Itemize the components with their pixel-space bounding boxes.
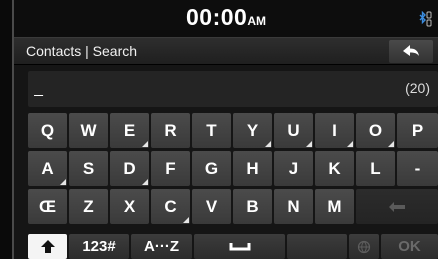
accent-indicator (265, 141, 271, 147)
search-input-area: (20) (28, 71, 438, 107)
key-s[interactable]: S (69, 151, 108, 186)
key-u[interactable]: U (274, 113, 313, 148)
key-label: V (205, 196, 218, 216)
key-label: I (332, 120, 337, 140)
search-input[interactable] (34, 77, 334, 101)
key-label: C (164, 196, 177, 216)
key-p[interactable]: P (397, 113, 438, 148)
key-k[interactable]: K (315, 151, 354, 186)
key-label: Z (83, 196, 94, 216)
key-label: B (246, 196, 259, 216)
shift-up-arrow-icon (40, 240, 55, 253)
key-l[interactable]: L (356, 151, 395, 186)
key-j[interactable]: J (274, 151, 313, 186)
key-label: L (370, 158, 381, 178)
space-button[interactable] (194, 234, 285, 259)
empty-key (287, 234, 347, 259)
key-label: P (411, 120, 424, 140)
key-c[interactable]: C (151, 189, 190, 224)
key-n[interactable]: N (274, 189, 313, 224)
character-counter: (20) (405, 80, 430, 96)
accent-indicator (306, 141, 312, 147)
screen-frame: 00:00AM Contacts | Search (20) Q W E R T… (12, 0, 438, 259)
numbers-mode-button[interactable]: 123# (69, 234, 129, 259)
ok-button[interactable]: OK (381, 234, 438, 259)
clock-time: 00:00 (186, 4, 248, 30)
clock: 00:00AM (14, 4, 438, 31)
key-f[interactable]: F (151, 151, 190, 186)
accent-indicator (388, 141, 394, 147)
key-m[interactable]: M (315, 189, 354, 224)
back-button[interactable] (389, 40, 433, 63)
key-t[interactable]: T (192, 113, 231, 148)
key-oe[interactable]: Œ (28, 189, 67, 224)
key-r[interactable]: R (151, 113, 190, 148)
bluetooth-icon (419, 10, 432, 27)
key-label: X (123, 196, 136, 216)
shift-button[interactable] (28, 234, 67, 259)
key-label: - (414, 158, 421, 178)
key-y[interactable]: Y (233, 113, 272, 148)
backspace-button[interactable] (356, 189, 438, 224)
key-label: H (246, 158, 259, 178)
key-label: G (204, 158, 219, 178)
key-label: J (288, 158, 299, 178)
key-label: N (287, 196, 300, 216)
key-hyphen[interactable]: - (397, 151, 438, 186)
key-h[interactable]: H (233, 151, 272, 186)
language-button[interactable] (349, 234, 379, 259)
key-label: T (206, 120, 217, 140)
alpha-mode-button[interactable]: A···Z (131, 234, 192, 259)
key-x[interactable]: X (110, 189, 149, 224)
key-label: K (328, 158, 341, 178)
key-label: W (80, 120, 97, 140)
accent-indicator (142, 179, 148, 185)
key-label: A (41, 158, 54, 178)
key-g[interactable]: G (192, 151, 231, 186)
numbers-mode-label: 123# (82, 238, 116, 255)
key-label: Q (40, 120, 55, 140)
backspace-icon (389, 201, 405, 212)
title-bar: Contacts | Search (14, 37, 438, 65)
key-i[interactable]: I (315, 113, 354, 148)
key-b[interactable]: B (233, 189, 272, 224)
key-o[interactable]: O (356, 113, 395, 148)
key-label: E (123, 120, 136, 140)
key-v[interactable]: V (192, 189, 231, 224)
key-label: S (82, 158, 95, 178)
status-bar: 00:00AM (14, 0, 438, 37)
key-label: F (165, 158, 176, 178)
accent-indicator (60, 179, 66, 185)
ok-label: OK (398, 238, 421, 255)
key-label: M (327, 196, 342, 216)
key-q[interactable]: Q (28, 113, 67, 148)
key-d[interactable]: D (110, 151, 149, 186)
accent-indicator (183, 217, 189, 223)
key-label: R (164, 120, 177, 140)
alpha-mode-label: A···Z (144, 238, 179, 255)
clock-ampm: AM (247, 14, 266, 28)
key-w[interactable]: W (69, 113, 108, 148)
accent-indicator (142, 141, 148, 147)
back-arrow-icon (403, 45, 419, 56)
accent-indicator (347, 141, 353, 147)
space-bar-icon (229, 242, 250, 250)
key-label: D (123, 158, 136, 178)
page-title: Contacts | Search (26, 43, 138, 59)
globe-icon (357, 240, 371, 253)
key-z[interactable]: Z (69, 189, 108, 224)
key-a[interactable]: A (28, 151, 67, 186)
key-label: Œ (39, 196, 56, 216)
key-label: O (368, 120, 383, 140)
key-label: Y (246, 120, 259, 140)
key-label: U (287, 120, 300, 140)
key-e[interactable]: E (110, 113, 149, 148)
